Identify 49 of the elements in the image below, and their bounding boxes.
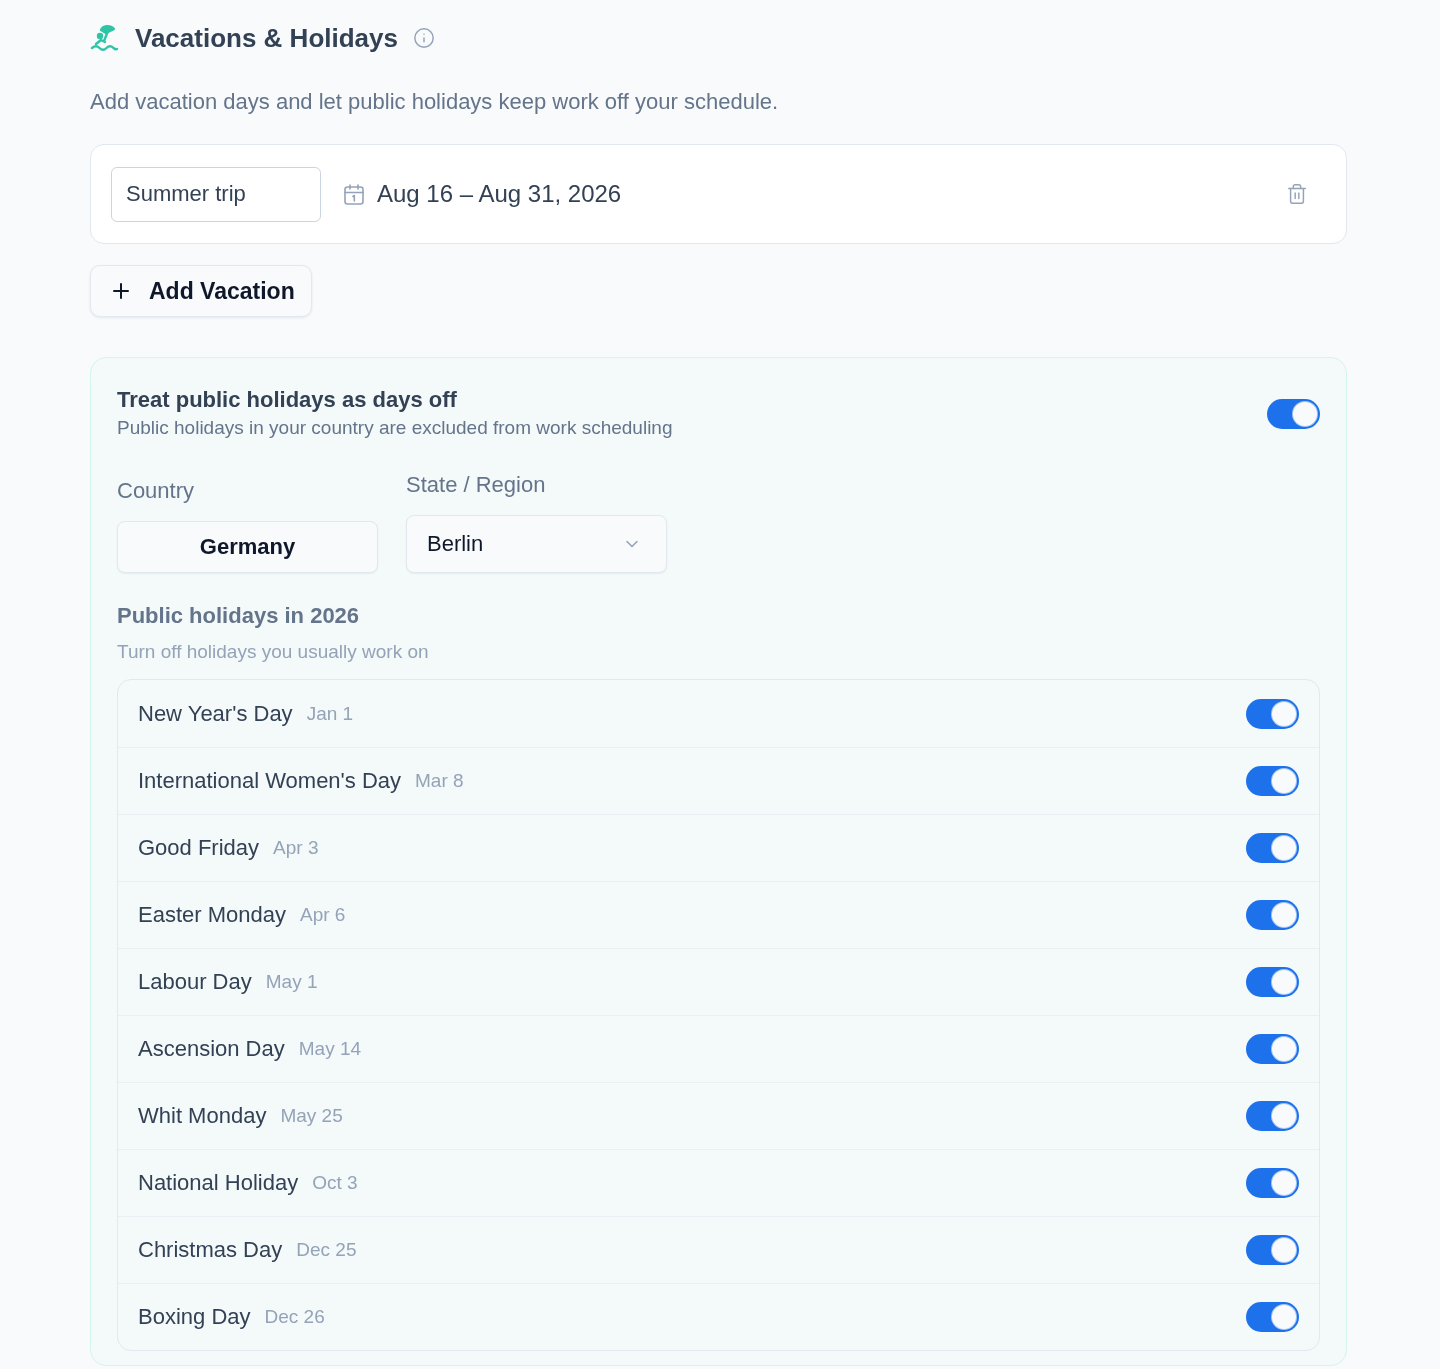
toggle-switch[interactable] — [1246, 698, 1299, 729]
holiday-name: Christmas Day — [138, 1237, 283, 1263]
field-label: Country — [117, 477, 196, 505]
holiday-date: May 1 — [265, 971, 318, 993]
holiday-name: Easter Monday — [138, 902, 286, 928]
holiday-name: Whit Monday — [138, 1103, 267, 1129]
country-select[interactable]: Germany — [117, 521, 378, 573]
holiday-name: National Holiday — [138, 1170, 299, 1196]
holiday-date: Jan 1 — [306, 702, 354, 725]
holiday-date: Apr 3 — [273, 837, 319, 859]
toggle-switch[interactable] — [1246, 1302, 1299, 1332]
region-select[interactable]: Berlin — [406, 515, 667, 573]
holiday-date: Oct 3 — [312, 1172, 358, 1194]
holiday-date: Mar 8 — [415, 770, 464, 792]
holiday-name: Boxing Day — [138, 1304, 251, 1330]
holiday-name: Good Friday — [138, 835, 260, 861]
holiday-date: Apr 6 — [299, 904, 346, 926]
toggle-switch[interactable] — [1246, 1101, 1299, 1131]
toggle-switch[interactable] — [1246, 766, 1299, 796]
holiday-date: May 14 — [298, 1038, 362, 1060]
toggle-switch[interactable] — [1246, 1235, 1299, 1265]
toggle-switch[interactable] — [1267, 398, 1320, 429]
holiday-name: Ascension Day — [138, 1036, 285, 1062]
info-icon[interactable] — [413, 27, 435, 49]
toggle-switch[interactable] — [1246, 900, 1299, 930]
calendar-icon — [344, 183, 364, 205]
field-label: State / Region — [406, 471, 547, 499]
holiday-date: Dec 26 — [264, 1306, 325, 1328]
holiday-name: International Women's Day — [138, 768, 402, 794]
toggle-switch[interactable] — [1246, 1168, 1299, 1198]
list-hint: Turn off holidays you usually work on — [117, 640, 430, 664]
holiday-date: May 25 — [280, 1105, 343, 1127]
vacation-name-field[interactable]: Summer trip — [111, 166, 321, 222]
date-range-button[interactable]: Aug 16 – Aug 31, 2026 — [344, 180, 622, 208]
setting-description: Public holidays in your country are excluded from work scheduling — [117, 416, 673, 440]
toggle-switch[interactable] — [1246, 833, 1299, 863]
delete-button[interactable] — [1286, 183, 1308, 205]
section-description: Add vacation days and let public holidays keep work off your schedule. — [90, 88, 780, 116]
add-vacation-button[interactable]: Add Vacation — [90, 265, 312, 317]
holiday-name: Labour Day — [138, 969, 252, 995]
trash-icon — [1286, 183, 1308, 205]
holiday-name: New Year's Day — [138, 700, 293, 727]
setting-title: Treat public holidays as days off — [117, 386, 458, 414]
beach-umbrella-icon — [90, 24, 119, 52]
section-title: Vacations & Holidays — [135, 22, 398, 54]
holiday-date: Dec 25 — [296, 1239, 357, 1261]
toggle-switch[interactable] — [1246, 967, 1299, 997]
list-title: Public holidays in 2026 — [117, 602, 361, 630]
toggle-switch[interactable] — [1246, 1034, 1299, 1064]
